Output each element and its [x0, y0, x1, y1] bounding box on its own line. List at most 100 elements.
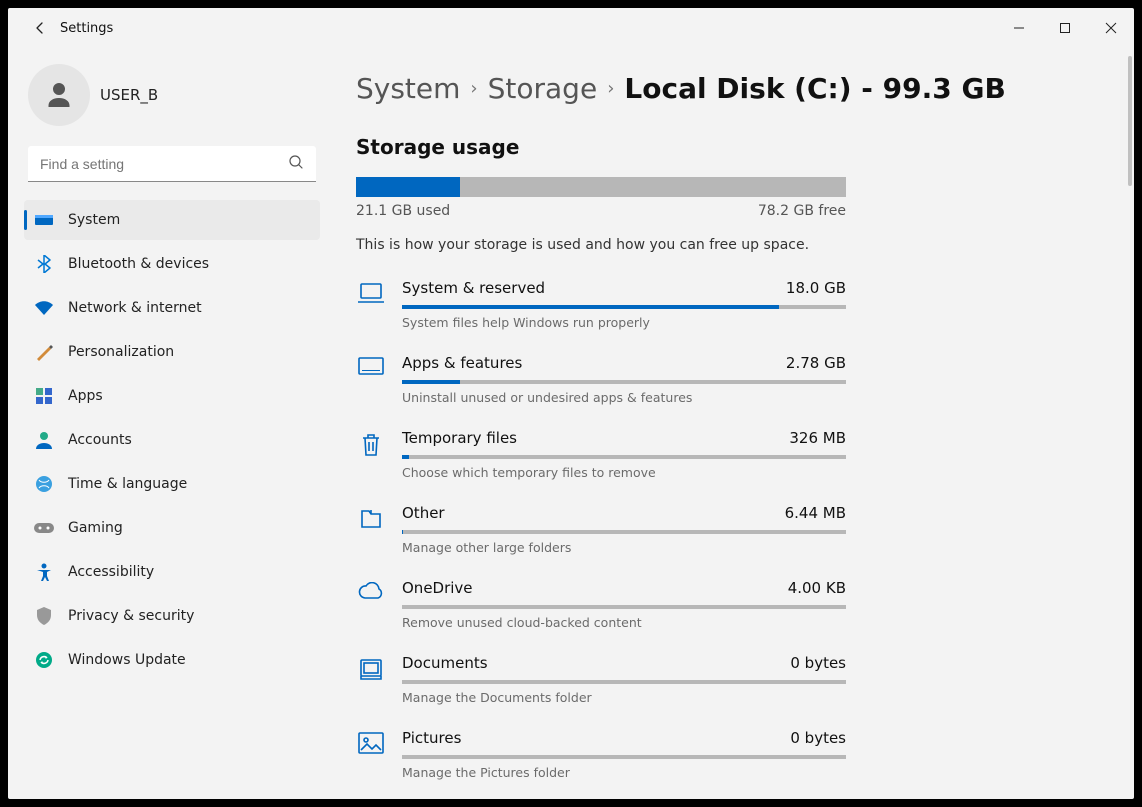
minimize-button[interactable]: [996, 8, 1042, 48]
section-title: Storage usage: [356, 135, 1094, 159]
category-size: 6.44 MB: [785, 504, 846, 522]
sidebar-item-label: Bluetooth & devices: [68, 256, 209, 272]
wifi-icon: [34, 301, 54, 315]
sidebar-item-network[interactable]: Network & internet: [24, 288, 320, 328]
category-body: Documents 0 bytes Manage the Documents fol…: [402, 654, 846, 705]
sidebar-item-apps[interactable]: Apps: [24, 376, 320, 416]
main-panel: System › Storage › Local Disk (C:) - 99.…: [328, 48, 1134, 799]
category-body: Temporary files 326 MB Choose which tempor…: [402, 429, 846, 480]
category-title: Documents: [402, 654, 488, 672]
apps-icon: [34, 388, 54, 404]
category-description: Uninstall unused or undesired apps & fea…: [402, 390, 846, 405]
sidebar-item-privacy[interactable]: Privacy & security: [24, 596, 320, 636]
sidebar-item-gaming[interactable]: Gaming: [24, 508, 320, 548]
trash-icon: [356, 429, 386, 480]
sidebar-item-system[interactable]: System: [24, 200, 320, 240]
user-block[interactable]: USER_B: [28, 64, 316, 126]
usage-labels: 21.1 GB used 78.2 GB free: [356, 203, 846, 219]
chevron-right-icon: ›: [607, 78, 614, 99]
nav-list: System Bluetooth & devices Network & int…: [24, 200, 320, 684]
search-box: [28, 146, 316, 182]
category-size: 0 bytes: [790, 729, 846, 747]
chevron-right-icon: ›: [470, 78, 477, 99]
category-description: System files help Windows run properly: [402, 315, 846, 330]
user-name: USER_B: [100, 86, 158, 104]
category-row[interactable]: Apps & features2.78 GBUninstall unused o…: [356, 340, 846, 415]
close-button[interactable]: [1088, 8, 1134, 48]
globe-icon: [34, 475, 54, 493]
category-bar: [402, 605, 846, 609]
sidebar-item-label: Time & language: [68, 476, 187, 492]
sidebar-item-label: Gaming: [68, 520, 123, 536]
category-bar: [402, 530, 846, 534]
category-description: Manage the Pictures folder: [402, 765, 846, 780]
scrollbar[interactable]: [1128, 56, 1132, 186]
avatar: [28, 64, 90, 126]
picture-icon: [356, 729, 386, 780]
sidebar: USER_B System Bluetooth & devices: [8, 48, 328, 799]
category-bar: [402, 380, 846, 384]
sidebar-item-label: System: [68, 212, 120, 228]
free-label: 78.2 GB free: [758, 203, 846, 219]
category-size: 326 MB: [789, 429, 846, 447]
folder-icon: [356, 504, 386, 555]
sidebar-item-label: Accounts: [68, 432, 132, 448]
sidebar-item-time[interactable]: Time & language: [24, 464, 320, 504]
sidebar-item-accounts[interactable]: Accounts: [24, 420, 320, 460]
category-description: Remove unused cloud-backed content: [402, 615, 846, 630]
category-size: 18.0 GB: [786, 279, 846, 297]
sidebar-item-accessibility[interactable]: Accessibility: [24, 552, 320, 592]
breadcrumb-system[interactable]: System: [356, 72, 460, 105]
used-label: 21.1 GB used: [356, 203, 450, 219]
category-row[interactable]: System & reserved 18.0 GB System files hel…: [356, 265, 846, 340]
category-title: Pictures: [402, 729, 461, 747]
usage-description: This is how your storage is used and how…: [356, 237, 1094, 253]
category-description: Manage other large folders: [402, 540, 846, 555]
category-bar: [402, 680, 846, 684]
category-row[interactable]: Temporary files 326 MB Choose which tempor…: [356, 415, 846, 490]
category-title: Temporary files: [402, 429, 517, 447]
shield-icon: [34, 607, 54, 625]
search-icon: [288, 154, 304, 174]
window-controls: [996, 8, 1134, 48]
category-bar: [402, 305, 846, 309]
category-description: Manage the Documents folder: [402, 690, 846, 705]
category-row[interactable]: Other 6.44 MB Manage other large folders: [356, 490, 846, 565]
category-list: System & reserved 18.0 GB System files hel…: [356, 265, 846, 790]
cloud-icon: [356, 579, 386, 630]
category-bar: [402, 455, 846, 459]
settings-window: Settings USER_B: [8, 8, 1134, 799]
app-title: Settings: [60, 21, 113, 36]
sidebar-item-personalization[interactable]: Personalization: [24, 332, 320, 372]
back-button[interactable]: [24, 20, 56, 36]
system-icon: [34, 213, 54, 227]
category-row[interactable]: Pictures 0 bytes Manage the Pictures folde…: [356, 715, 846, 790]
sidebar-item-label: Privacy & security: [68, 608, 194, 624]
sidebar-item-label: Apps: [68, 388, 103, 404]
sidebar-item-label: Network & internet: [68, 300, 202, 316]
category-row[interactable]: Documents 0 bytes Manage the Documents fol…: [356, 640, 846, 715]
category-title: Other: [402, 504, 445, 522]
sidebar-item-update[interactable]: Windows Update: [24, 640, 320, 680]
breadcrumb-current: Local Disk (C:) - 99.3 GB: [624, 72, 1005, 105]
category-title: OneDrive: [402, 579, 473, 597]
category-row[interactable]: OneDrive 4.00 KB Remove unused cloud-backe…: [356, 565, 846, 640]
account-icon: [34, 431, 54, 449]
category-size: 0 bytes: [790, 654, 846, 672]
category-title: Apps & features: [402, 354, 522, 372]
sidebar-item-label: Windows Update: [68, 652, 186, 668]
bluetooth-icon: [34, 255, 54, 273]
search-input[interactable]: [28, 146, 316, 182]
maximize-button[interactable]: [1042, 8, 1088, 48]
titlebar: Settings: [8, 8, 1134, 48]
sidebar-item-bluetooth[interactable]: Bluetooth & devices: [24, 244, 320, 284]
accessibility-icon: [34, 563, 54, 581]
category-title: System & reserved: [402, 279, 545, 297]
breadcrumb-storage[interactable]: Storage: [488, 72, 598, 105]
usage-bar-fill: [356, 177, 460, 197]
category-description: Choose which temporary files to remove: [402, 465, 846, 480]
category-body: OneDrive 4.00 KB Remove unused cloud-backe…: [402, 579, 846, 630]
category-bar: [402, 755, 846, 759]
category-size: 4.00 KB: [788, 579, 846, 597]
gaming-icon: [34, 521, 54, 535]
